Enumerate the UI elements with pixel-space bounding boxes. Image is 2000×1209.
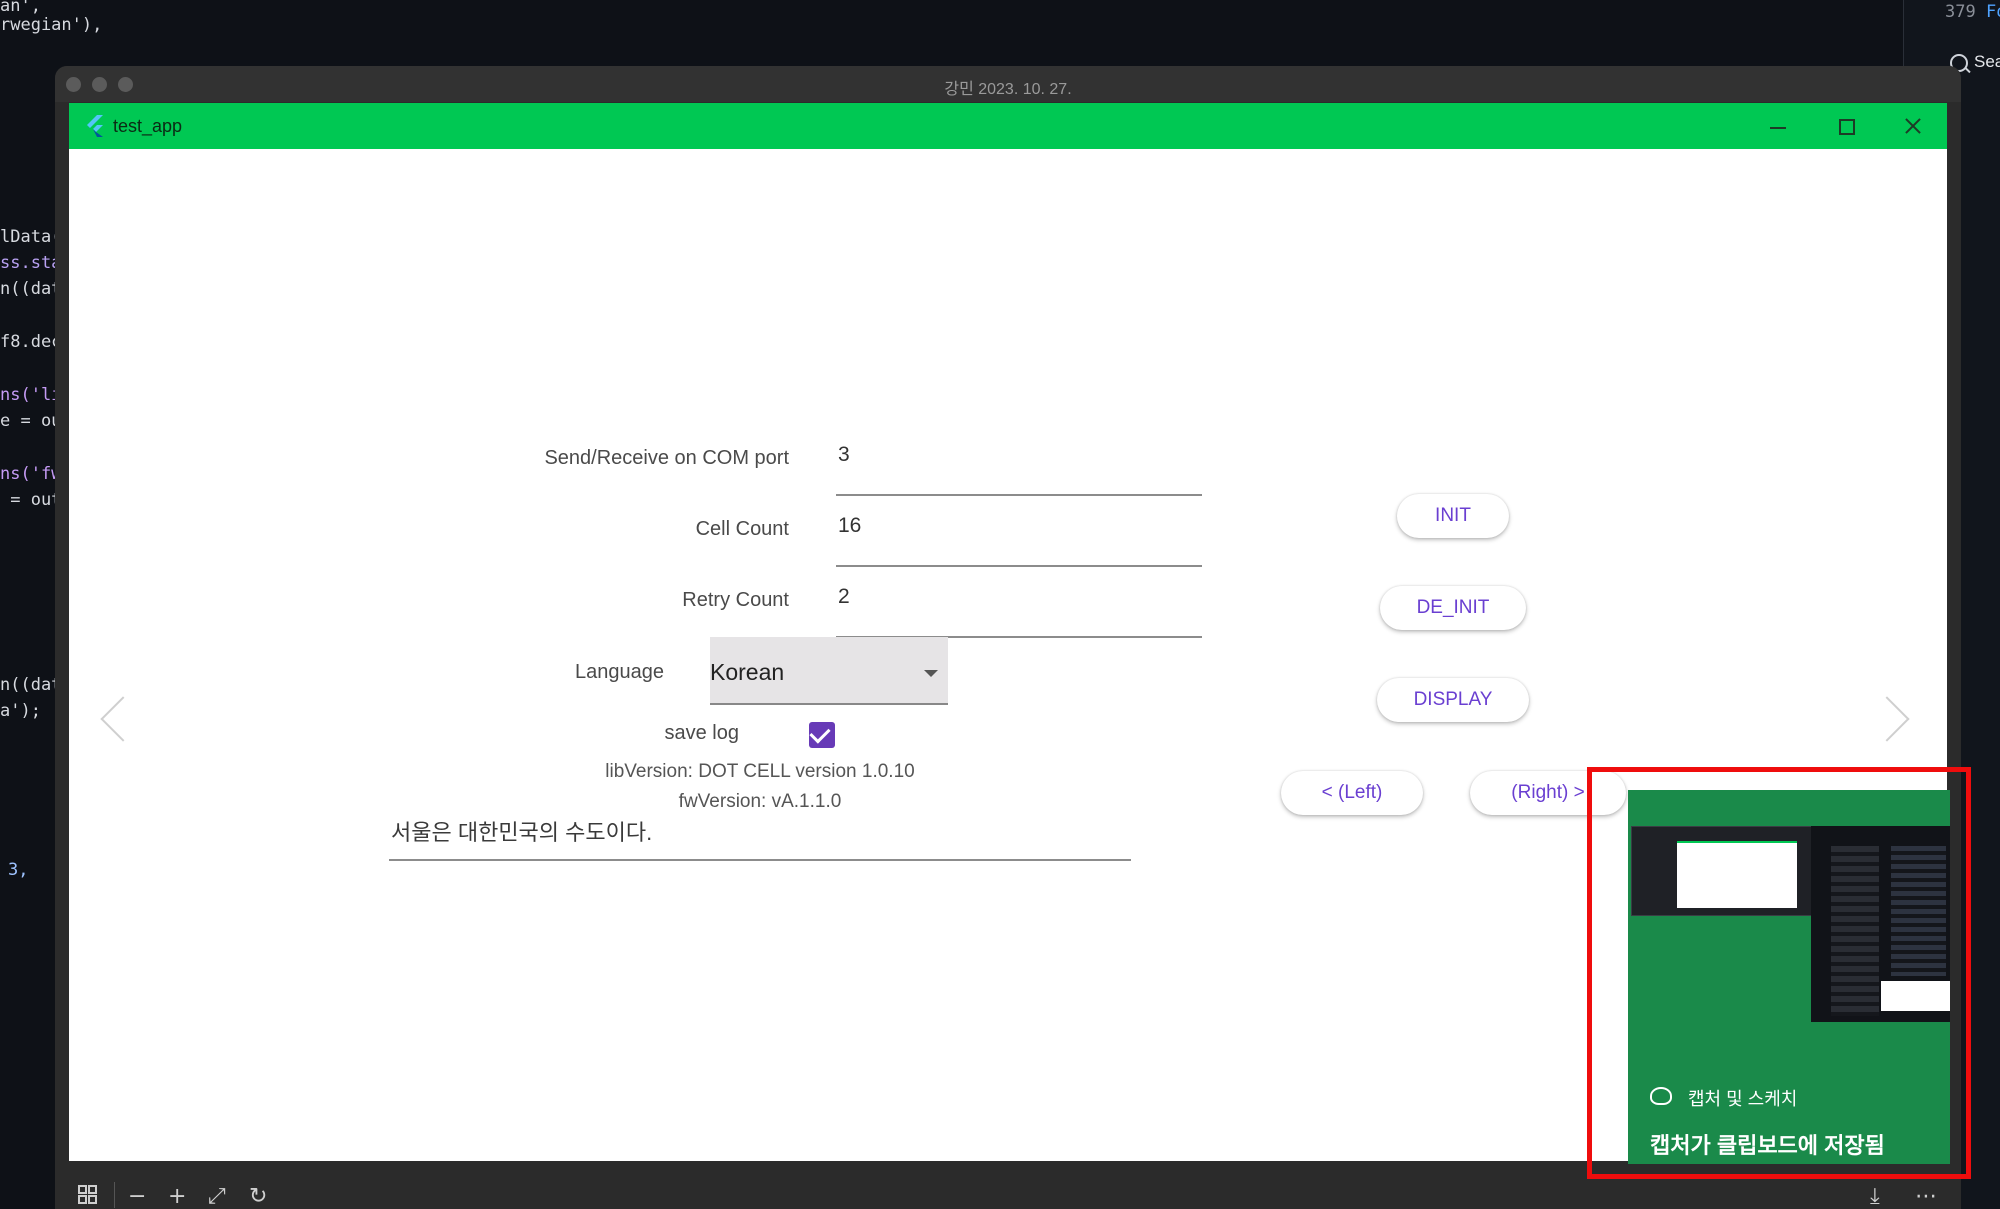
de-init-button[interactable]: DE_INIT — [1380, 586, 1526, 630]
code-line: a'); — [0, 701, 41, 721]
cell-count-label: Cell Count — [695, 518, 789, 540]
code-line: ns('li — [0, 385, 62, 405]
zoom-in-icon[interactable]: + — [168, 1184, 186, 1209]
zoom-out-icon[interactable]: − — [128, 1184, 146, 1209]
com-port-value: 3 — [838, 443, 850, 466]
flutter-logo-icon — [87, 115, 103, 137]
close-icon[interactable] — [1900, 113, 1926, 139]
app-titlebar: test_app — [69, 103, 1947, 149]
viewer-titlebar: 강민 2023. 10. 27. — [55, 66, 1961, 102]
rotate-icon[interactable]: ↻ — [249, 1184, 267, 1209]
more-icon[interactable]: ⋯ — [1915, 1184, 1937, 1209]
retry-count-input[interactable]: 2 — [836, 585, 1202, 638]
com-port-input[interactable]: 3 — [836, 443, 1202, 496]
expand-icon[interactable]: ⤢ — [208, 1184, 226, 1209]
next-image-arrow-icon[interactable] — [1864, 696, 1910, 742]
code-line: rwegian'), — [0, 15, 103, 35]
code-line: n((dat — [0, 279, 62, 299]
dropdown-caret-icon — [924, 670, 938, 677]
code-line: ss.sta — [0, 253, 62, 273]
cell-count-input[interactable]: 16 — [836, 514, 1202, 567]
code-line: e = ou — [0, 411, 62, 431]
lib-version-text: libVersion: DOT CELL version 1.0.10 — [605, 761, 915, 782]
save-log-label: save log — [664, 722, 740, 744]
display-button[interactable]: DISPLAY — [1377, 678, 1529, 722]
viewer-title: 강민 2023. 10. 27. — [944, 81, 1072, 98]
fold-tag: Fo — [1986, 2, 2000, 22]
search-label[interactable]: Sea — [1974, 52, 2000, 72]
language-selected-value: Korean — [710, 659, 785, 685]
save-log-checkbox[interactable] — [809, 722, 835, 748]
retry-count-label: Retry Count — [682, 589, 789, 611]
braille-text-value: 서울은 대한민국의 수도이다. — [391, 820, 653, 845]
line-number: 379 — [1945, 2, 1976, 22]
code-line: f8.dec — [0, 332, 62, 352]
highlight-rectangle — [1587, 767, 1971, 1179]
grid-icon[interactable] — [77, 1184, 99, 1206]
language-label: Language — [575, 661, 664, 683]
code-line: n((dat — [0, 675, 62, 695]
code-line: ns('fw — [0, 464, 62, 484]
left-button[interactable]: < (Left) — [1281, 771, 1423, 815]
language-dropdown[interactable]: Korean — [710, 637, 948, 705]
init-button[interactable]: INIT — [1397, 494, 1509, 538]
code-line: an', — [0, 0, 41, 16]
cell-count-value: 16 — [838, 514, 862, 537]
code-line: lData( — [0, 227, 62, 247]
code-line: 3, — [8, 860, 29, 880]
previous-image-arrow-icon[interactable] — [100, 696, 146, 742]
code-line: = out — [0, 490, 62, 510]
minimize-icon[interactable] — [1765, 113, 1791, 139]
retry-count-value: 2 — [838, 585, 850, 608]
app-title: test_app — [113, 116, 183, 136]
braille-text-input[interactable]: 서울은 대한민국의 수도이다. — [389, 809, 1131, 861]
com-port-label: Send/Receive on COM port — [544, 447, 789, 469]
download-icon[interactable]: ⤓ — [1870, 1184, 1880, 1209]
maximize-icon[interactable] — [1833, 113, 1859, 139]
toolbar-divider — [114, 1182, 115, 1208]
